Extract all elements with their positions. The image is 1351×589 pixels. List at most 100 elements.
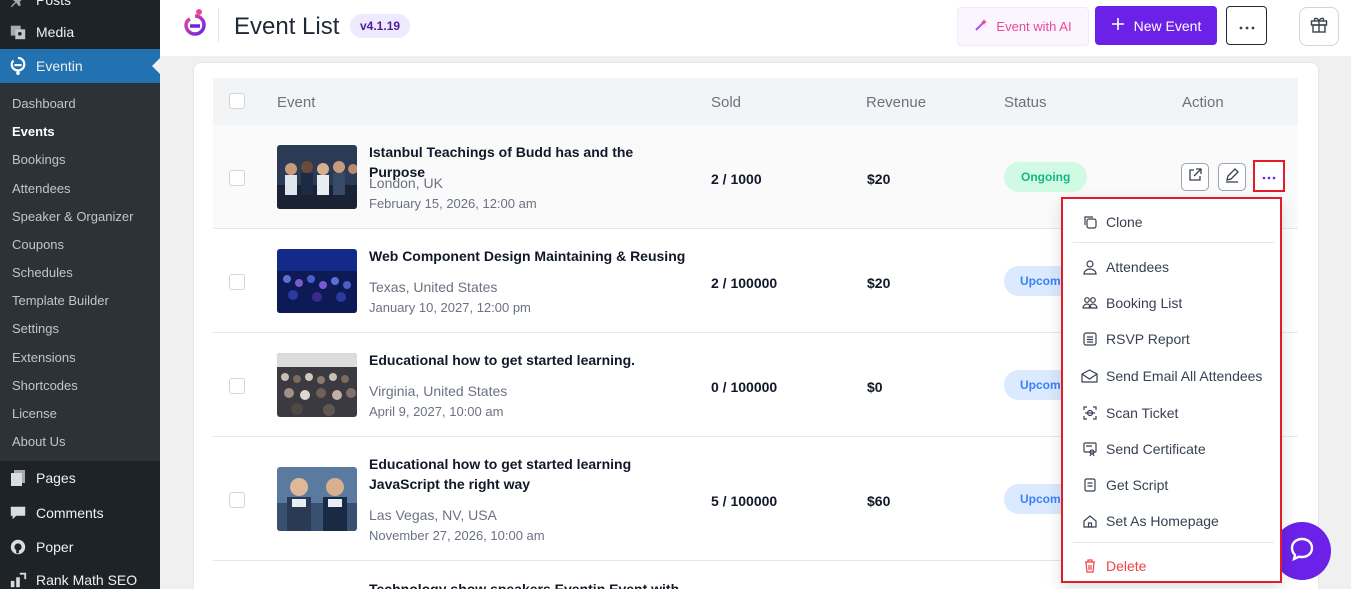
menu-item-rsvp-report[interactable]: RSVP Report bbox=[1081, 327, 1190, 351]
admin-sidebar: Posts Media Eventin Dashboard Events Boo… bbox=[0, 0, 160, 589]
tickets-sold: 2 / 100000 bbox=[711, 275, 778, 291]
menu-item-label: Send Email All Attendees bbox=[1106, 368, 1263, 384]
submenu-license[interactable]: License bbox=[12, 406, 57, 421]
column-status: Status bbox=[1004, 94, 1047, 111]
event-title[interactable]: Technology show speakers Eventin Event w… bbox=[369, 579, 689, 589]
sidebar-item-label: Rank Math SEO bbox=[36, 572, 138, 588]
menu-item-clone[interactable]: Clone bbox=[1081, 210, 1143, 234]
row-checkbox[interactable] bbox=[229, 170, 245, 186]
menu-item-label: Send Certificate bbox=[1106, 441, 1206, 457]
event-revenue: $20 bbox=[867, 171, 891, 187]
row-actions-dropdown: Clone Attendees Booking List RSVP Report… bbox=[1061, 197, 1282, 583]
event-title[interactable]: Educational how to get started learning. bbox=[369, 350, 689, 370]
sidebar-item-comments[interactable]: Comments bbox=[0, 496, 160, 530]
submenu-template-builder[interactable]: Template Builder bbox=[12, 293, 109, 308]
sidebar-item-label: Pages bbox=[36, 470, 76, 486]
sidebar-item-label: Eventin bbox=[36, 58, 83, 74]
pin-icon bbox=[0, 0, 36, 9]
sidebar-item-media[interactable]: Media bbox=[0, 15, 160, 49]
sidebar-item-rank-math[interactable]: Rank Math SEO bbox=[0, 563, 160, 589]
menu-item-set-homepage[interactable]: Set As Homepage bbox=[1081, 509, 1219, 533]
tickets-sold: 0 / 100000 bbox=[711, 379, 778, 395]
ellipsis-icon bbox=[1262, 167, 1276, 185]
menu-item-delete[interactable]: Delete bbox=[1081, 554, 1146, 578]
event-thumbnail bbox=[277, 249, 357, 313]
event-location: Texas, United States bbox=[369, 279, 498, 295]
sidebar-item-eventin[interactable]: Eventin bbox=[0, 49, 160, 83]
header-more-button[interactable] bbox=[1226, 6, 1267, 45]
event-thumbnail bbox=[277, 353, 357, 417]
submenu-coupons[interactable]: Coupons bbox=[12, 237, 64, 252]
event-with-ai-button[interactable]: Event with AI bbox=[957, 7, 1089, 46]
ellipsis-icon bbox=[1239, 17, 1255, 35]
copy-icon bbox=[1081, 214, 1098, 231]
list-icon bbox=[1081, 331, 1098, 348]
event-date: November 27, 2026, 10:00 am bbox=[369, 528, 545, 543]
script-icon bbox=[1081, 477, 1098, 494]
menu-item-label: Booking List bbox=[1106, 295, 1183, 311]
page-title: Event List bbox=[234, 13, 340, 40]
menu-item-label: Clone bbox=[1106, 214, 1143, 230]
table-header: Event Sold Revenue Status Action bbox=[213, 78, 1298, 125]
event-title[interactable]: Web Component Design Maintaining & Reusi… bbox=[369, 246, 689, 266]
row-checkbox[interactable] bbox=[229, 274, 245, 290]
select-all-checkbox[interactable] bbox=[229, 93, 245, 109]
submenu-bookings[interactable]: Bookings bbox=[12, 152, 65, 167]
event-with-ai-label: Event with AI bbox=[996, 19, 1072, 34]
menu-item-attendees[interactable]: Attendees bbox=[1081, 255, 1169, 279]
sidebar-item-poper[interactable]: Poper bbox=[0, 530, 160, 564]
menu-item-label: RSVP Report bbox=[1106, 331, 1190, 347]
view-event-button[interactable] bbox=[1181, 163, 1209, 191]
poper-icon bbox=[0, 538, 36, 556]
event-title[interactable]: Educational how to get started learning … bbox=[369, 454, 689, 494]
row-checkbox[interactable] bbox=[229, 378, 245, 394]
tickets-sold: 2 / 1000 bbox=[711, 171, 762, 187]
submenu-schedules[interactable]: Schedules bbox=[12, 265, 73, 280]
menu-item-booking-list[interactable]: Booking List bbox=[1081, 291, 1182, 315]
version-badge: v4.1.19 bbox=[350, 14, 411, 38]
sparkle-icon bbox=[974, 18, 988, 35]
eventin-submenu: Dashboard Events Bookings Attendees Spea… bbox=[0, 83, 160, 461]
submenu-dashboard[interactable]: Dashboard bbox=[12, 96, 76, 111]
sidebar-item-label: Media bbox=[36, 24, 75, 40]
menu-item-get-script[interactable]: Get Script bbox=[1081, 473, 1168, 497]
scan-icon bbox=[1081, 405, 1098, 422]
menu-item-label: Scan Ticket bbox=[1106, 405, 1179, 421]
comments-icon bbox=[0, 504, 36, 522]
submenu-attendees[interactable]: Attendees bbox=[12, 181, 71, 196]
event-date: April 9, 2027, 10:00 am bbox=[369, 404, 504, 419]
chat-icon bbox=[1288, 535, 1316, 568]
header-divider bbox=[218, 8, 219, 42]
tickets-sold: 5 / 100000 bbox=[711, 493, 778, 509]
submenu-settings[interactable]: Settings bbox=[12, 321, 59, 336]
submenu-extensions[interactable]: Extensions bbox=[12, 350, 76, 365]
event-revenue: $0 bbox=[867, 379, 883, 395]
sidebar-item-pages[interactable]: Pages bbox=[0, 461, 160, 495]
event-revenue: $20 bbox=[867, 275, 891, 291]
menu-item-scan-ticket[interactable]: Scan Ticket bbox=[1081, 401, 1178, 425]
menu-divider bbox=[1073, 242, 1274, 243]
submenu-about-us[interactable]: About Us bbox=[12, 434, 65, 449]
home-icon bbox=[1081, 513, 1098, 530]
column-event: Event bbox=[277, 94, 316, 111]
edit-event-button[interactable] bbox=[1218, 163, 1246, 191]
submenu-events[interactable]: Events bbox=[12, 124, 55, 139]
column-revenue: Revenue bbox=[866, 94, 927, 111]
menu-item-label: Set As Homepage bbox=[1106, 513, 1219, 529]
external-link-icon bbox=[1187, 167, 1203, 188]
status-badge: Ongoing bbox=[1004, 162, 1088, 192]
submenu-shortcodes[interactable]: Shortcodes bbox=[12, 378, 78, 393]
page-header: Event List v4.1.19 Event with AI New Eve… bbox=[160, 0, 1351, 56]
column-sold: Sold bbox=[711, 94, 742, 111]
sidebar-item-label: Poper bbox=[36, 539, 74, 555]
event-location: London, UK bbox=[369, 175, 443, 191]
menu-item-send-certificate[interactable]: Send Certificate bbox=[1081, 437, 1206, 461]
event-thumbnail bbox=[277, 467, 357, 531]
new-event-button[interactable]: New Event bbox=[1095, 6, 1217, 45]
pencil-icon bbox=[1224, 167, 1240, 188]
submenu-speaker-organizer[interactable]: Speaker & Organizer bbox=[12, 209, 133, 224]
menu-item-send-email[interactable]: Send Email All Attendees bbox=[1081, 364, 1262, 388]
gift-button[interactable] bbox=[1299, 7, 1339, 46]
row-checkbox[interactable] bbox=[229, 492, 245, 508]
row-more-actions-button[interactable] bbox=[1253, 160, 1285, 192]
